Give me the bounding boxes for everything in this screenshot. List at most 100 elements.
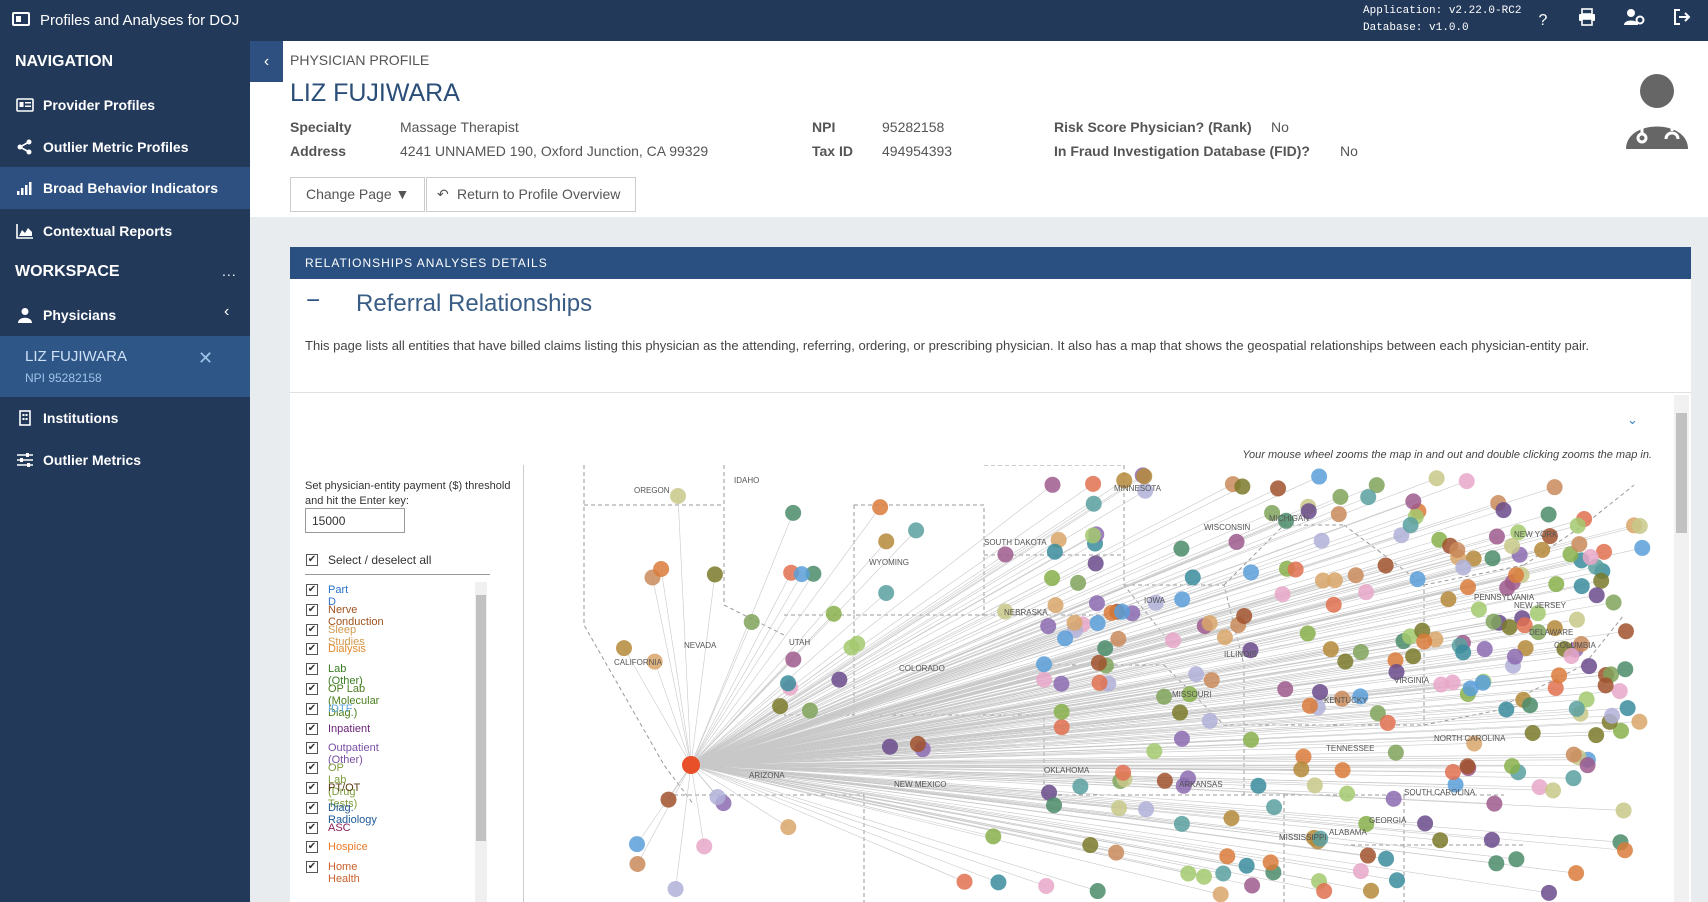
entity-marker[interactable]	[1111, 800, 1128, 817]
entity-marker[interactable]	[985, 828, 1002, 845]
entity-marker[interactable]	[1524, 724, 1541, 741]
entity-marker[interactable]	[1334, 762, 1351, 779]
entity-marker[interactable]	[1228, 533, 1245, 550]
entity-marker[interactable]	[1548, 576, 1565, 593]
entity-marker[interactable]	[785, 651, 802, 668]
select-all-checkbox[interactable]: ✔	[306, 554, 318, 566]
entity-marker[interactable]	[1072, 778, 1089, 795]
entity-marker[interactable]	[1201, 712, 1218, 729]
entity-marker[interactable]	[1219, 848, 1236, 865]
entity-marker[interactable]	[1277, 681, 1294, 698]
entity-marker[interactable]	[1579, 757, 1596, 774]
chevron-left-icon[interactable]: ‹	[224, 303, 229, 321]
entity-marker[interactable]	[670, 488, 687, 505]
entity-marker[interactable]	[849, 635, 866, 652]
entity-marker[interactable]	[1378, 850, 1395, 867]
entity-marker[interactable]	[1462, 680, 1479, 697]
entity-marker[interactable]	[1184, 569, 1201, 586]
entity-marker[interactable]	[1379, 714, 1396, 731]
entity-marker[interactable]	[1270, 480, 1287, 497]
entity-marker[interactable]	[1486, 795, 1503, 812]
entity-marker[interactable]	[1234, 478, 1251, 495]
entity-marker[interactable]	[1617, 623, 1634, 640]
entity-marker[interactable]	[1040, 618, 1057, 635]
entity-marker[interactable]	[1568, 700, 1585, 717]
entity-marker[interactable]	[1540, 506, 1557, 523]
physician-location-marker[interactable]	[682, 756, 700, 774]
entity-marker[interactable]	[1173, 540, 1190, 557]
entity-marker[interactable]	[780, 675, 797, 692]
category-checkbox[interactable]: ✔	[306, 861, 318, 874]
entity-marker[interactable]	[1322, 641, 1339, 658]
entity-marker[interactable]	[908, 522, 925, 539]
entity-marker[interactable]	[1330, 506, 1347, 523]
entity-marker[interactable]	[1090, 654, 1107, 671]
entity-marker[interactable]	[1440, 591, 1457, 608]
entity-marker[interactable]	[1337, 653, 1354, 670]
entity-marker[interactable]	[1449, 541, 1466, 558]
entity-marker[interactable]	[1416, 633, 1433, 650]
entity-marker[interactable]	[1266, 799, 1283, 816]
threshold-input[interactable]	[305, 508, 405, 533]
entity-marker[interactable]	[1236, 607, 1253, 624]
category-checkbox[interactable]: ✔	[306, 762, 318, 775]
entity-marker[interactable]	[1616, 842, 1633, 859]
user-settings-icon[interactable]	[1621, 8, 1647, 34]
entity-marker[interactable]	[1565, 746, 1582, 763]
entity-marker[interactable]	[1196, 868, 1213, 885]
entity-marker[interactable]	[1545, 782, 1562, 799]
print-icon[interactable]	[1574, 8, 1600, 34]
entity-marker[interactable]	[1313, 532, 1330, 549]
entity-marker[interactable]	[1047, 597, 1064, 614]
entity-marker[interactable]	[1156, 772, 1173, 789]
entity-marker[interactable]	[1113, 603, 1130, 620]
entity-marker[interactable]	[1044, 476, 1061, 493]
entity-marker[interactable]	[1046, 543, 1063, 560]
entity-marker[interactable]	[1188, 666, 1205, 683]
entity-marker[interactable]	[1036, 656, 1053, 673]
entity-marker[interactable]	[1097, 640, 1114, 657]
entity-marker[interactable]	[1203, 672, 1220, 689]
entity-marker[interactable]	[1619, 700, 1636, 717]
entity-marker[interactable]	[1287, 561, 1304, 578]
category-checkbox[interactable]: ✔	[306, 643, 318, 656]
entity-marker[interactable]	[1488, 528, 1505, 545]
category-checkbox[interactable]: ✔	[306, 683, 318, 695]
entity-marker[interactable]	[1036, 671, 1053, 688]
entity-marker[interactable]	[881, 738, 898, 755]
entity-marker[interactable]	[1053, 719, 1070, 736]
entity-marker[interactable]	[1417, 815, 1434, 832]
entity-marker[interactable]	[1082, 837, 1099, 854]
entity-marker[interactable]	[1212, 886, 1229, 902]
entity-marker[interactable]	[1243, 564, 1260, 581]
entity-marker[interactable]	[1358, 584, 1375, 601]
entity-marker[interactable]	[1352, 863, 1369, 880]
entity-marker[interactable]	[1617, 661, 1634, 678]
entity-marker[interactable]	[1089, 615, 1106, 632]
category-checkbox[interactable]: ✔	[306, 742, 318, 755]
entity-marker[interactable]	[1136, 468, 1153, 485]
entity-marker[interactable]	[1631, 518, 1648, 535]
entity-marker[interactable]	[1402, 517, 1419, 534]
entity-marker[interactable]	[1311, 468, 1328, 485]
entity-marker[interactable]	[1385, 790, 1402, 807]
entity-marker[interactable]	[1569, 517, 1586, 534]
entity-marker[interactable]	[1597, 677, 1614, 694]
entity-marker[interactable]	[1634, 539, 1651, 556]
entity-marker[interactable]	[628, 836, 645, 853]
entity-marker[interactable]	[956, 873, 973, 890]
entity-marker[interactable]	[1110, 630, 1127, 647]
entity-marker[interactable]	[1588, 727, 1605, 744]
entity-marker[interactable]	[1262, 854, 1279, 871]
entity-marker[interactable]	[1405, 493, 1422, 510]
nav-item-institutions[interactable]: Institutions	[0, 397, 250, 439]
nav-item-provider-profiles[interactable]: Provider Profiles	[0, 84, 250, 126]
entity-marker[interactable]	[1156, 688, 1173, 705]
entity-marker[interactable]	[1085, 475, 1102, 492]
entity-marker[interactable]	[660, 791, 677, 808]
category-checkbox[interactable]: ✔	[306, 623, 318, 636]
entity-marker[interactable]	[1216, 629, 1233, 646]
entity-marker[interactable]	[1506, 648, 1523, 665]
entity-marker[interactable]	[1428, 470, 1445, 487]
category-checkbox[interactable]: ✔	[306, 841, 318, 854]
